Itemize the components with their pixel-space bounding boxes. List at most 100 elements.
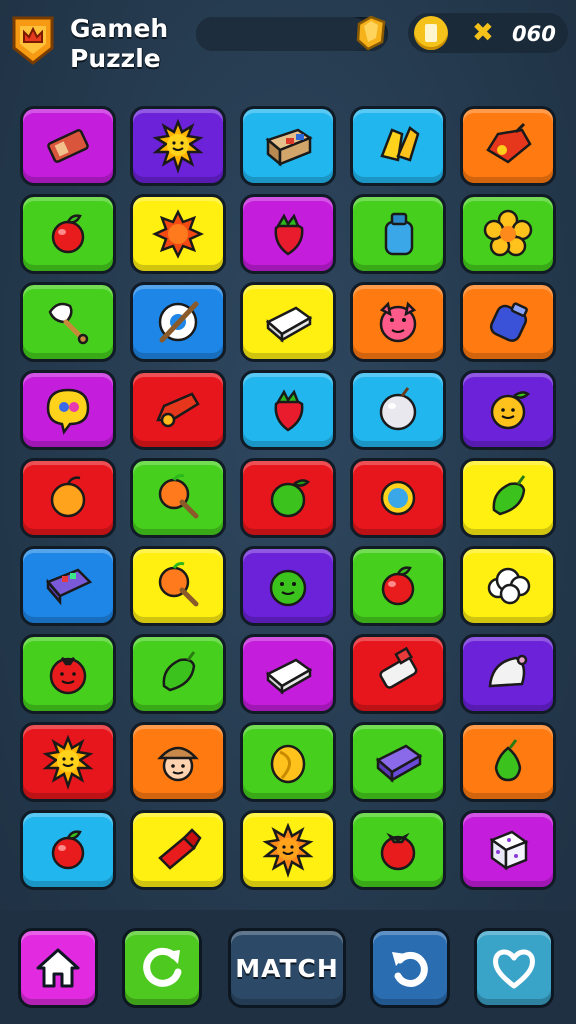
tile-r4-c5[interactable] xyxy=(460,370,556,450)
tile-r4-c3[interactable] xyxy=(240,370,336,450)
tile-r3-c2[interactable] xyxy=(130,282,226,362)
tile-r6-c3[interactable] xyxy=(240,546,336,626)
tomato-icon xyxy=(380,832,416,871)
tile-r6-c1[interactable] xyxy=(20,546,116,626)
tile-r8-c4[interactable] xyxy=(350,722,446,802)
coin-icon xyxy=(414,16,448,50)
tile-r6-c5[interactable] xyxy=(460,546,556,626)
undo-button[interactable] xyxy=(370,928,450,1008)
bell-icon xyxy=(380,126,420,162)
sun-icon xyxy=(42,734,94,790)
title-line-2: Puzzle xyxy=(70,44,161,73)
heart-icon xyxy=(493,949,535,989)
tile-r2-c5[interactable] xyxy=(460,194,556,274)
tile-r5-c1[interactable] xyxy=(20,458,116,538)
usb-icon xyxy=(379,646,418,689)
strawberry-icon xyxy=(274,213,304,256)
shell-icon xyxy=(488,654,528,688)
tile-r7-c2[interactable] xyxy=(130,634,226,714)
match-label: MATCH xyxy=(235,953,339,983)
tile-r3-c5[interactable] xyxy=(460,282,556,362)
lollipop-icon xyxy=(158,474,199,519)
coin-icon xyxy=(270,744,306,784)
box-icon xyxy=(265,128,313,167)
refresh-icon xyxy=(143,947,182,987)
tile-r5-c4[interactable] xyxy=(350,458,446,538)
tile-r7-c4[interactable] xyxy=(350,634,446,714)
sun-face-icon xyxy=(262,822,314,878)
coin-count: 060 xyxy=(512,22,556,46)
favorite-button[interactable] xyxy=(474,928,554,1008)
tile-r6-c4[interactable] xyxy=(350,546,446,626)
match-button[interactable]: MATCH xyxy=(228,928,346,1008)
flower-icon xyxy=(483,209,533,257)
game-title: Gameh Puzzle xyxy=(70,14,168,74)
home-button[interactable] xyxy=(18,928,98,1008)
tile-r2-c4[interactable] xyxy=(350,194,446,274)
tile-r1-c4[interactable] xyxy=(350,106,446,186)
tile-r3-c4[interactable] xyxy=(350,282,446,362)
cube-icon xyxy=(265,658,313,695)
refresh-button[interactable] xyxy=(122,928,202,1008)
gear-icon xyxy=(158,301,199,343)
tile-r9-c2[interactable] xyxy=(130,810,226,890)
tile-r2-c2[interactable] xyxy=(130,194,226,274)
dice-icon xyxy=(489,830,529,871)
tile-r1-c5[interactable] xyxy=(460,106,556,186)
gem-icon xyxy=(354,14,388,52)
tile-r9-c4[interactable] xyxy=(350,810,446,890)
ketchup-icon xyxy=(158,828,202,870)
spiky-fruit-icon xyxy=(151,209,205,259)
eraser-icon xyxy=(47,129,89,163)
tile-r2-c3[interactable] xyxy=(240,194,336,274)
pear-icon xyxy=(494,739,522,782)
tile-r5-c3[interactable] xyxy=(240,458,336,538)
tile-r5-c5[interactable] xyxy=(460,458,556,538)
tile-r1-c2[interactable] xyxy=(130,106,226,186)
title-line-1: Gameh xyxy=(70,14,169,43)
cube-icon xyxy=(265,306,313,343)
tile-r9-c5[interactable] xyxy=(460,810,556,890)
tile-r8-c5[interactable] xyxy=(460,722,556,802)
tile-r8-c1[interactable] xyxy=(20,722,116,802)
tile-r5-c2[interactable] xyxy=(130,458,226,538)
lemon-face-icon xyxy=(490,391,530,430)
apple-icon xyxy=(51,214,85,254)
apple-icon xyxy=(381,566,415,606)
tile-r2-c1[interactable] xyxy=(20,194,116,274)
tile-r4-c2[interactable] xyxy=(130,370,226,450)
jar-icon xyxy=(489,302,528,342)
tile-r1-c1[interactable] xyxy=(20,106,116,186)
tile-r7-c5[interactable] xyxy=(460,634,556,714)
bottle-icon xyxy=(384,212,414,256)
sparkle-icon: ✖ xyxy=(472,18,494,48)
orange-fruit-icon xyxy=(50,476,86,518)
tile-r4-c1[interactable] xyxy=(20,370,116,450)
tile-r8-c2[interactable] xyxy=(130,722,226,802)
ball-icon xyxy=(379,387,417,431)
boy-face-icon xyxy=(157,746,199,782)
egg-icon xyxy=(380,480,416,516)
tile-r1-c3[interactable] xyxy=(240,106,336,186)
apple-icon xyxy=(51,830,85,870)
tile-r3-c3[interactable] xyxy=(240,282,336,362)
pig-icon xyxy=(379,301,417,343)
puzzle-grid xyxy=(20,106,556,890)
undo-icon xyxy=(392,951,428,987)
tile-r7-c3[interactable] xyxy=(240,634,336,714)
tile-r7-c1[interactable] xyxy=(20,634,116,714)
tile-r9-c1[interactable] xyxy=(20,810,116,890)
cannon-icon xyxy=(156,392,200,428)
tile-r3-c1[interactable] xyxy=(20,282,116,362)
candy-icon xyxy=(486,122,532,164)
tile-r9-c3[interactable] xyxy=(240,810,336,890)
bottom-bar: MATCH xyxy=(0,910,576,1024)
tomato-face-icon xyxy=(49,656,87,695)
pepper-icon xyxy=(492,475,526,516)
pepper-icon xyxy=(162,651,196,692)
tile-r4-c4[interactable] xyxy=(350,370,446,450)
sun-icon xyxy=(152,118,204,174)
lime-icon xyxy=(270,479,310,518)
tile-r8-c3[interactable] xyxy=(240,722,336,802)
tile-r6-c2[interactable] xyxy=(130,546,226,626)
